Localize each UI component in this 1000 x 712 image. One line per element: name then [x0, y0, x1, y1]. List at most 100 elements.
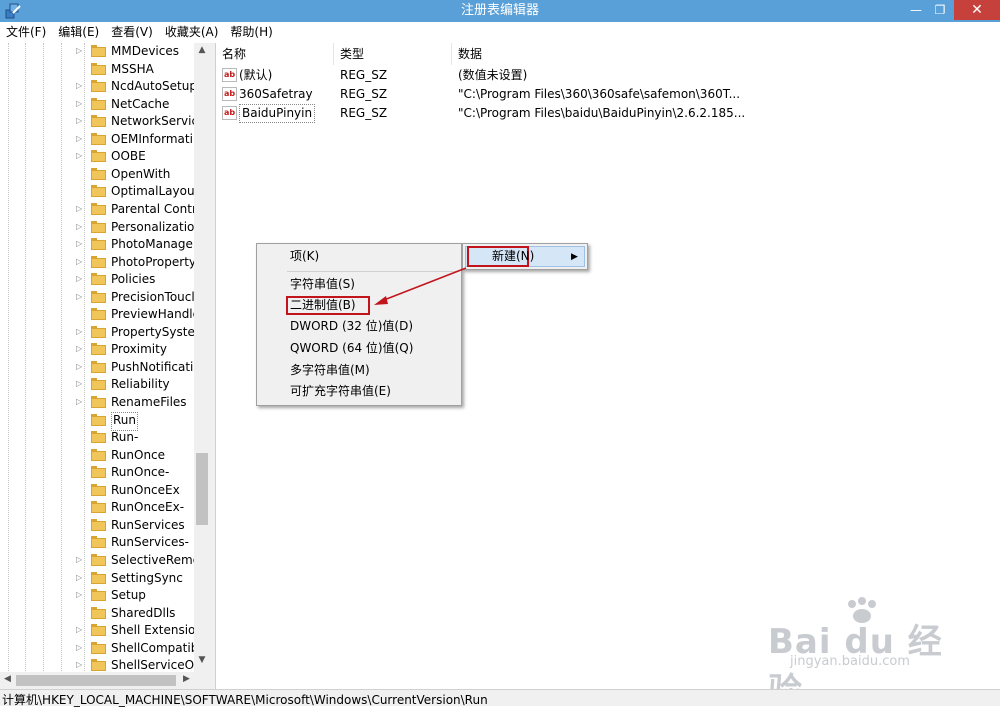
tree-item[interactable]: OptimalLayout [0, 183, 199, 201]
scroll-thumb[interactable] [196, 453, 208, 525]
tree-item[interactable]: RunServices- [0, 534, 194, 552]
tree-item[interactable]: ▷ PushNotificati [0, 359, 194, 377]
maximize-button[interactable]: ❐ [928, 0, 952, 20]
tree-item-label: Proximity [111, 342, 167, 357]
expand-arrow-icon[interactable]: ▷ [76, 46, 82, 55]
expand-arrow-icon[interactable]: ▷ [76, 362, 82, 371]
tree-item[interactable]: ▷ PhotoProperty [0, 254, 196, 272]
menu-view[interactable]: 查看(V) [105, 22, 159, 42]
expand-arrow-icon[interactable]: ▷ [76, 116, 82, 125]
tree-item[interactable]: ▷ PrecisionToucl [0, 289, 195, 307]
tree-item[interactable]: ▷ NetCache [0, 96, 194, 114]
expand-arrow-icon[interactable]: ▷ [76, 151, 82, 160]
close-button[interactable]: ✕ [954, 0, 1000, 20]
tree-item[interactable]: ▷ Proximity [0, 341, 194, 359]
tree-horizontal-scrollbar[interactable]: ◀ ▶ [0, 672, 210, 689]
folder-icon [91, 255, 106, 268]
menu-item-key[interactable]: 项(K) [257, 246, 461, 267]
table-row[interactable]: ab (默认) REG_SZ (数值未设置) [216, 66, 1000, 85]
tree-item[interactable]: ▷ OOBE [0, 148, 194, 166]
tree-item[interactable]: RunOnceEx- [0, 499, 194, 517]
tree-item[interactable]: RunOnce [0, 447, 194, 465]
tree-item[interactable]: Run [0, 411, 194, 431]
expand-arrow-icon[interactable]: ▷ [76, 643, 82, 652]
tree-item[interactable]: ▷ ShellServiceOb [0, 657, 202, 673]
tree-item[interactable]: ▷ Reliability [0, 376, 194, 394]
menu-item-multi-string[interactable]: 多字符串值(M) [257, 360, 461, 381]
minimize-button[interactable]: — [902, 0, 930, 20]
tree-item[interactable]: OpenWith [0, 166, 194, 184]
tree-item[interactable]: RunOnce- [0, 464, 194, 482]
column-header-name[interactable]: 名称 [216, 43, 334, 65]
menu-item-dword[interactable]: DWORD (32 位)值(D) [257, 316, 461, 337]
tree-item[interactable]: ▷ NcdAutoSetup [0, 78, 197, 96]
menu-help[interactable]: 帮助(H) [224, 22, 278, 42]
folder-icon [91, 343, 106, 356]
tree-item[interactable]: Run- [0, 429, 194, 447]
table-row[interactable]: ab 360Safetray REG_SZ "C:\Program Files\360… [216, 85, 1000, 104]
column-header-type[interactable]: 类型 [334, 43, 452, 65]
expand-arrow-icon[interactable]: ▷ [76, 573, 82, 582]
menu-item-qword[interactable]: QWORD (64 位)值(Q) [257, 338, 461, 359]
scroll-up-icon[interactable]: ▲ [194, 45, 210, 55]
expand-arrow-icon[interactable]: ▷ [76, 344, 82, 353]
expand-arrow-icon[interactable]: ▷ [76, 222, 82, 231]
scroll-thumb[interactable] [16, 675, 176, 686]
tree-item[interactable]: ▷ Policies [0, 271, 194, 289]
tree-item[interactable]: MSSHA [0, 61, 194, 79]
table-row[interactable]: ab BaiduPinyin REG_SZ "C:\Program Files\bai… [216, 104, 1000, 123]
tree-item[interactable]: ▷ RenameFiles [0, 394, 194, 412]
expand-arrow-icon[interactable]: ▷ [76, 134, 82, 143]
tree-item-label: RunOnce- [111, 465, 170, 480]
column-header-data[interactable]: 数据 [452, 43, 1000, 65]
tree-item[interactable]: ▷ SettingSync [0, 570, 194, 588]
tree-item[interactable]: ▷ Setup [0, 587, 194, 605]
folder-icon [91, 290, 106, 303]
menu-favorites[interactable]: 收藏夹(A) [159, 22, 225, 42]
tree-item[interactable]: ▷ PropertySyster [0, 324, 200, 342]
expand-arrow-icon[interactable]: ▷ [76, 292, 82, 301]
scroll-down-icon[interactable]: ▼ [194, 655, 210, 665]
expand-arrow-icon[interactable]: ▷ [76, 379, 82, 388]
tree-item[interactable]: PreviewHandle [0, 306, 200, 324]
registry-tree[interactable]: ▷ MMDevices MSSHA ▷ NcdAutoSetup ▷ NetCache ▷ Ne… [0, 43, 211, 673]
tree-vertical-scrollbar[interactable]: ▲ ▼ [194, 43, 210, 673]
folder-icon [91, 413, 106, 426]
new-menu-item[interactable]: 新建(N) ▶ [462, 243, 588, 270]
expand-arrow-icon[interactable]: ▷ [76, 555, 82, 564]
expand-arrow-icon[interactable]: ▷ [76, 81, 82, 90]
tree-item-label: ShellCompatib [111, 640, 199, 655]
expand-arrow-icon[interactable]: ▷ [76, 99, 82, 108]
tree-item[interactable]: ▷ Parental Contr [0, 201, 197, 219]
expand-arrow-icon[interactable]: ▷ [76, 397, 82, 406]
tree-item[interactable]: SharedDlls [0, 605, 194, 623]
scroll-left-icon[interactable]: ◀ [4, 674, 11, 684]
expand-arrow-icon[interactable]: ▷ [76, 327, 82, 336]
tree-item[interactable]: ▷ SelectiveRemo [0, 552, 200, 570]
folder-icon [91, 185, 106, 198]
menu-item-string[interactable]: 字符串值(S) [257, 274, 461, 295]
scroll-right-icon[interactable]: ▶ [183, 674, 190, 684]
expand-arrow-icon[interactable]: ▷ [76, 257, 82, 266]
menu-edit[interactable]: 编辑(E) [52, 22, 105, 42]
tree-item[interactable]: ▷ Personalizatio [0, 219, 194, 237]
tree-item[interactable]: RunServices [0, 517, 194, 535]
tree-item[interactable]: ▷ PhotoManage [0, 236, 194, 254]
tree-item[interactable]: RunOnceEx [0, 482, 194, 500]
expand-arrow-icon[interactable]: ▷ [76, 660, 82, 669]
menu-item-label: 字符串值(S) [290, 277, 355, 291]
expand-arrow-icon[interactable]: ▷ [76, 274, 82, 283]
tree-item[interactable]: ▷ OEMInformati [0, 131, 194, 149]
tree-item[interactable]: ▷ NetworkServic [0, 113, 198, 131]
tree-item[interactable]: ▷ Shell Extension [0, 622, 203, 640]
expand-arrow-icon[interactable]: ▷ [76, 204, 82, 213]
expand-arrow-icon[interactable]: ▷ [76, 239, 82, 248]
folder-icon [91, 641, 106, 654]
folder-icon [91, 571, 106, 584]
expand-arrow-icon[interactable]: ▷ [76, 625, 82, 634]
menu-item-expandable-string[interactable]: 可扩充字符串值(E) [257, 381, 461, 402]
tree-item[interactable]: ▷ MMDevices [0, 43, 194, 61]
expand-arrow-icon[interactable]: ▷ [76, 590, 82, 599]
menu-file[interactable]: 文件(F) [0, 22, 52, 42]
tree-item[interactable]: ▷ ShellCompatib [0, 640, 198, 658]
